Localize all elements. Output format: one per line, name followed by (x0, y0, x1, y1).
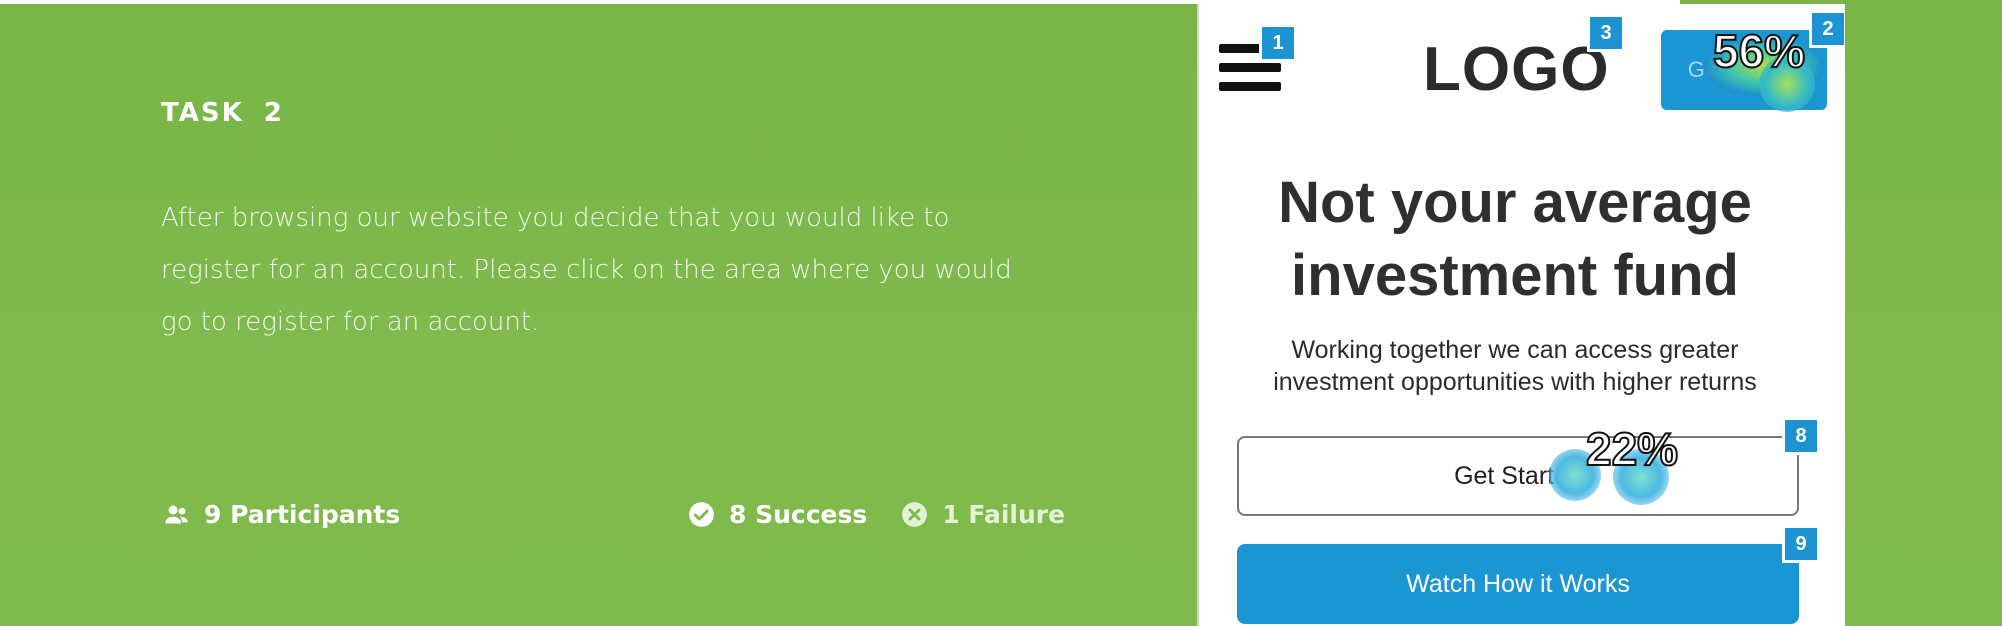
task-label: TASK (161, 98, 244, 128)
participants-count: 9 Participants (204, 500, 401, 529)
results-stats: 8 Success 1 Failure (688, 500, 1065, 529)
failure-count: 1 Failure (942, 500, 1066, 529)
hero-subheading: Working together we can access greater i… (1199, 334, 1831, 398)
area-marker-2[interactable]: 2 (1809, 10, 1845, 48)
area-marker-1[interactable]: 1 (1259, 24, 1297, 62)
get-started-button[interactable]: Get Started (1237, 436, 1799, 516)
site-logo[interactable]: LOGO (1423, 34, 1610, 105)
participants-stat: 9 Participants (163, 500, 400, 529)
area-marker-3[interactable]: 3 (1587, 14, 1625, 52)
task-title: TASK 2 (161, 98, 284, 128)
participants-icon (165, 505, 188, 524)
hero-headline: Not your average investment fund (1199, 166, 1831, 312)
heatmap-percent-top-cta: 56% (1712, 24, 1806, 78)
headline-line-1: Not your average (1278, 170, 1752, 235)
watch-how-it-works-button[interactable]: Watch How it Works (1237, 544, 1799, 624)
task-description: After browsing our website you decide th… (161, 203, 1012, 337)
check-circle-icon (689, 502, 714, 527)
task-panel: TASK 2 After browsing our website you de… (0, 0, 1195, 626)
subhead-line-1: Working together we can access greater (1291, 336, 1739, 364)
task-number: 2 (263, 98, 284, 128)
area-marker-8[interactable]: 8 (1782, 417, 1820, 455)
subhead-line-2: investment opportunities with higher ret… (1273, 368, 1757, 396)
x-circle-icon (902, 502, 928, 527)
success-count: 8 Success (729, 500, 868, 529)
website-preview: LOGO Get Started 56% Not your average in… (1197, 4, 1845, 626)
heatmap-percent-get-started: 22% (1585, 422, 1679, 476)
area-marker-9[interactable]: 9 (1782, 525, 1820, 563)
headline-line-2: investment fund (1291, 243, 1739, 308)
